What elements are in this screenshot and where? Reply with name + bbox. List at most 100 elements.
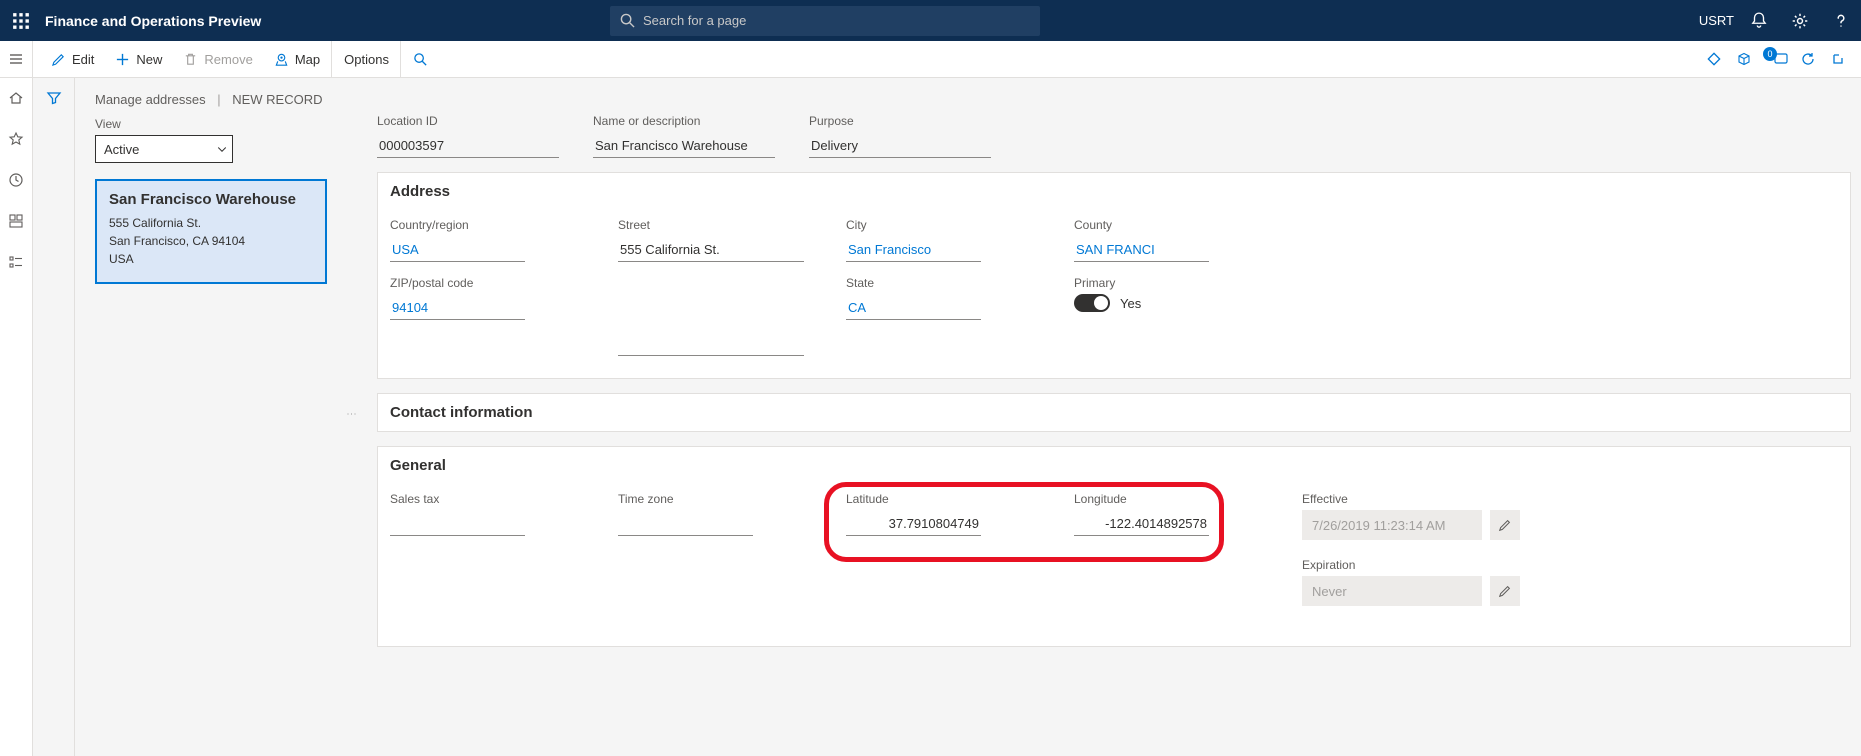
expiration-edit-button[interactable] bbox=[1490, 576, 1520, 606]
purpose-field[interactable] bbox=[809, 132, 991, 158]
purpose-label: Purpose bbox=[809, 114, 991, 128]
salestax-field[interactable] bbox=[390, 510, 525, 536]
pencil-icon bbox=[51, 52, 66, 67]
expiration-label: Expiration bbox=[1302, 558, 1838, 572]
address-section: Address Country/region Street City bbox=[377, 172, 1851, 379]
general-section: General Sales tax Time zone Latitu bbox=[377, 446, 1851, 647]
content-area: Manage addresses | NEW RECORD View Activ… bbox=[75, 78, 1861, 756]
clock-icon bbox=[8, 172, 24, 188]
view-value: Active bbox=[104, 142, 139, 157]
rail-favorites[interactable] bbox=[8, 131, 24, 150]
settings-button[interactable] bbox=[1779, 0, 1820, 41]
street-field[interactable] bbox=[618, 236, 804, 262]
latitude-field[interactable] bbox=[846, 510, 981, 536]
breadcrumb-separator: | bbox=[217, 92, 220, 107]
effective-field bbox=[1302, 510, 1482, 540]
diamond-icon bbox=[1706, 51, 1722, 67]
rail-workspaces[interactable] bbox=[8, 213, 24, 232]
filter-button[interactable] bbox=[46, 90, 62, 756]
chevron-down-icon bbox=[216, 143, 228, 155]
map-label: Map bbox=[295, 52, 320, 67]
view-dropdown[interactable]: Active bbox=[95, 135, 233, 163]
notifications-button[interactable] bbox=[1738, 0, 1779, 41]
card-line2: San Francisco, CA 94104 bbox=[109, 232, 313, 250]
street-label: Street bbox=[618, 218, 804, 232]
pane-splitter[interactable]: ⋮ bbox=[347, 92, 355, 736]
map-button[interactable]: Map bbox=[264, 41, 331, 78]
effective-edit-button[interactable] bbox=[1490, 510, 1520, 540]
help-button[interactable] bbox=[1820, 0, 1861, 41]
gear-icon bbox=[1791, 12, 1809, 30]
open-in-new-button[interactable] bbox=[1729, 41, 1759, 78]
home-icon bbox=[8, 90, 24, 106]
timezone-field[interactable] bbox=[618, 510, 753, 536]
city-field[interactable] bbox=[846, 236, 981, 262]
view-label: View bbox=[95, 117, 347, 131]
hamburger-icon bbox=[8, 51, 24, 67]
address-header[interactable]: Address bbox=[378, 173, 1850, 210]
contact-title: Contact information bbox=[390, 404, 533, 421]
general-header[interactable]: General bbox=[378, 447, 1850, 484]
card-line3: USA bbox=[109, 250, 313, 268]
timezone-label: Time zone bbox=[618, 492, 758, 506]
rail-home[interactable] bbox=[8, 90, 24, 109]
city-label: City bbox=[846, 218, 986, 232]
header-fields: Location ID Name or description Purpose bbox=[377, 114, 1851, 158]
remove-label: Remove bbox=[204, 52, 252, 67]
county-field[interactable] bbox=[1074, 236, 1209, 262]
waffle-icon bbox=[12, 12, 30, 30]
remove-button: Remove bbox=[173, 41, 263, 78]
refresh-icon bbox=[1800, 51, 1816, 67]
expiration-field bbox=[1302, 576, 1482, 606]
modules-icon bbox=[8, 254, 24, 270]
form-area: Location ID Name or description Purpose … bbox=[355, 92, 1861, 736]
options-button[interactable]: Options bbox=[331, 41, 400, 78]
primary-value: Yes bbox=[1120, 296, 1141, 311]
salestax-label: Sales tax bbox=[390, 492, 530, 506]
effective-label: Effective bbox=[1302, 492, 1838, 506]
app-launcher-button[interactable] bbox=[0, 0, 41, 41]
nav-toggle-button[interactable] bbox=[0, 41, 33, 78]
breadcrumb: Manage addresses | NEW RECORD bbox=[95, 92, 347, 107]
card-line1: 555 California St. bbox=[109, 214, 313, 232]
contact-section: Contact information bbox=[377, 393, 1851, 432]
street2-field[interactable] bbox=[618, 330, 804, 356]
options-label: Options bbox=[344, 52, 389, 67]
app-title: Finance and Operations Preview bbox=[41, 13, 261, 29]
latitude-label: Latitude bbox=[846, 492, 986, 506]
cube-icon bbox=[1736, 51, 1752, 67]
map-icon bbox=[274, 52, 289, 67]
pencil-icon bbox=[1498, 518, 1512, 532]
breadcrumb-root[interactable]: Manage addresses bbox=[95, 92, 206, 107]
global-search[interactable]: Search for a page bbox=[610, 6, 1040, 36]
location-id-field[interactable] bbox=[377, 132, 559, 158]
country-field[interactable] bbox=[390, 236, 525, 262]
refresh-button[interactable] bbox=[1793, 41, 1823, 78]
main-layout: Manage addresses | NEW RECORD View Activ… bbox=[0, 78, 1861, 756]
record-card[interactable]: San Francisco Warehouse 555 California S… bbox=[95, 179, 327, 284]
state-field[interactable] bbox=[846, 294, 981, 320]
find-button[interactable] bbox=[400, 41, 439, 78]
primary-toggle[interactable] bbox=[1074, 294, 1110, 312]
rail-modules[interactable] bbox=[8, 254, 24, 273]
popout-button[interactable] bbox=[1823, 41, 1853, 78]
zip-field[interactable] bbox=[390, 294, 525, 320]
filter-icon bbox=[46, 90, 62, 106]
search-placeholder: Search for a page bbox=[643, 13, 746, 28]
edit-button[interactable]: Edit bbox=[41, 41, 105, 78]
contact-header[interactable]: Contact information bbox=[378, 394, 1850, 431]
search-icon bbox=[413, 52, 428, 67]
attachments-button[interactable] bbox=[1699, 41, 1729, 78]
messages-button[interactable]: 0 bbox=[1759, 41, 1793, 78]
primary-label: Primary bbox=[1074, 276, 1214, 290]
new-button[interactable]: New bbox=[105, 41, 173, 78]
star-icon bbox=[8, 131, 24, 147]
address-title: Address bbox=[390, 183, 450, 200]
name-field[interactable] bbox=[593, 132, 775, 158]
county-label: County bbox=[1074, 218, 1214, 232]
filter-column bbox=[33, 78, 75, 756]
rail-recent[interactable] bbox=[8, 172, 24, 191]
longitude-field[interactable] bbox=[1074, 510, 1209, 536]
company-code[interactable]: USRT bbox=[1699, 13, 1734, 28]
trash-icon bbox=[183, 52, 198, 67]
